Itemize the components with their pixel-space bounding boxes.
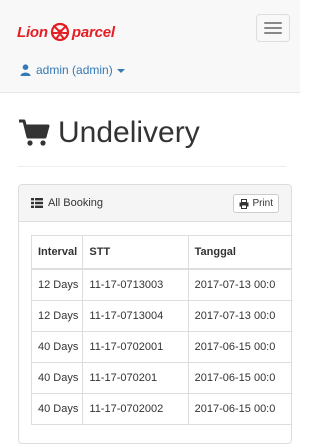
cell-tanggal: 2017-06-15 00:0 [187, 331, 291, 363]
column-header-stt: STT [82, 235, 189, 270]
cell-interval: 40 Days [31, 362, 84, 394]
hamburger-icon [264, 22, 282, 24]
page-title: Undelivery [58, 116, 200, 149]
user-icon [20, 64, 31, 76]
navbar-toggle-button[interactable] [256, 14, 290, 42]
booking-panel: All Booking Print Interval STT Tanggal 1… [18, 184, 292, 444]
panel-title: All Booking [48, 197, 104, 209]
table-row: 12 Days 11-17-0713003 2017-07-13 00:0 [31, 268, 291, 301]
cell-tanggal: 2017-06-15 00:0 [187, 393, 291, 425]
hamburger-icon [264, 32, 282, 34]
column-header-tanggal: Tanggal [187, 235, 291, 270]
cell-stt: 11-17-0713004 [82, 300, 189, 332]
brand-name-left: Lion [17, 23, 48, 41]
user-label: admin (admin) [36, 63, 113, 77]
page-header: Undelivery [18, 116, 200, 150]
cell-interval: 40 Days [31, 393, 84, 425]
cell-interval: 12 Days [31, 300, 84, 332]
cell-stt: 11-17-0713003 [82, 268, 189, 301]
cell-stt: 11-17-0702001 [82, 331, 189, 363]
print-label: Print [252, 198, 273, 209]
print-icon [239, 198, 249, 209]
cell-interval: 12 Days [31, 268, 84, 301]
table-row: 12 Days 11-17-0713004 2017-07-13 00:0 [31, 300, 291, 332]
cell-tanggal: 2017-06-15 00:0 [187, 362, 291, 394]
hamburger-icon [264, 27, 282, 29]
header-divider [18, 166, 286, 167]
print-button[interactable]: Print [233, 194, 279, 213]
panel-body: Interval STT Tanggal 12 Days 11-17-07130… [19, 222, 291, 425]
panel-heading: All Booking Print [19, 185, 291, 222]
table-row: 40 Days 11-17-0702001 2017-06-15 00:0 [31, 331, 291, 363]
table-row: 40 Days 11-17-0702002 2017-06-15 00:0 [31, 393, 291, 425]
cell-tanggal: 2017-07-13 00:0 [187, 300, 291, 332]
navbar: Lion parcel admin (admin) [0, 0, 300, 93]
brand-name-right: parcel [71, 23, 115, 41]
cell-stt: 11-17-070201 [82, 362, 189, 394]
lion-logo-icon [50, 22, 69, 42]
column-header-interval: Interval [31, 235, 84, 270]
caret-down-icon [116, 68, 125, 73]
list-icon [31, 198, 43, 208]
cell-stt: 11-17-0702002 [82, 393, 189, 425]
user-dropdown[interactable]: admin (admin) [20, 63, 125, 77]
table-header-row: Interval STT Tanggal [31, 235, 291, 270]
cart-icon [19, 119, 50, 146]
cell-interval: 40 Days [31, 331, 84, 363]
booking-table: Interval STT Tanggal 12 Days 11-17-07130… [31, 235, 291, 425]
cell-tanggal: 2017-07-13 00:0 [187, 268, 291, 301]
table-scroll-area[interactable]: Interval STT Tanggal 12 Days 11-17-07130… [31, 235, 291, 425]
brand-logo[interactable]: Lion parcel [17, 20, 115, 44]
table-row: 40 Days 11-17-070201 2017-06-15 00:0 [31, 362, 291, 394]
